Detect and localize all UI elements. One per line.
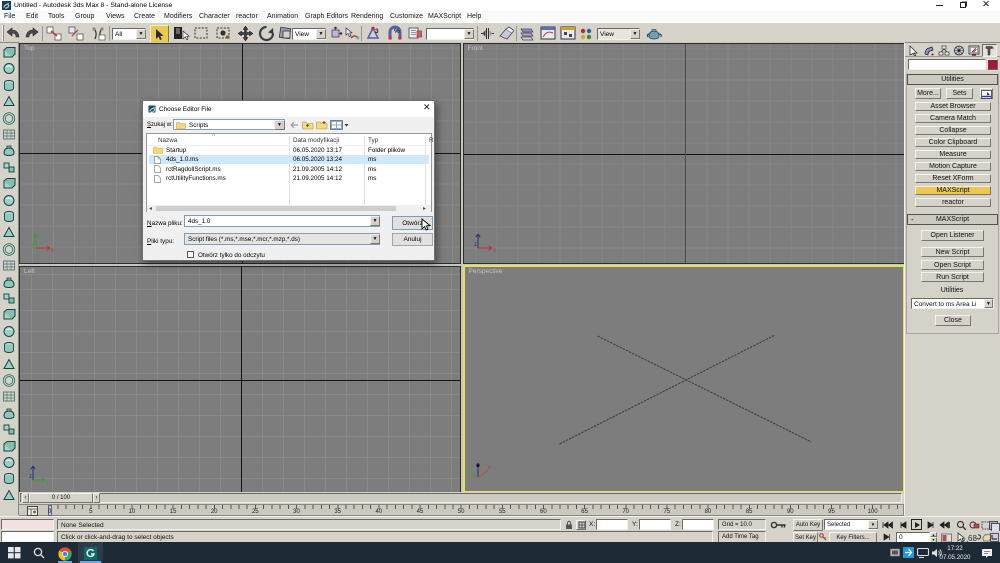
- svg-text:x: x: [51, 248, 54, 253]
- svg-text:x: x: [493, 248, 496, 253]
- svg-text:%: %: [394, 28, 400, 35]
- svg-text:z: z: [474, 242, 477, 248]
- svg-text:3: 3: [375, 28, 379, 35]
- svg-text:y: y: [46, 480, 49, 485]
- svg-text:z: z: [29, 474, 32, 480]
- svg-text:x: x: [488, 465, 491, 471]
- svg-text:y: y: [32, 242, 35, 248]
